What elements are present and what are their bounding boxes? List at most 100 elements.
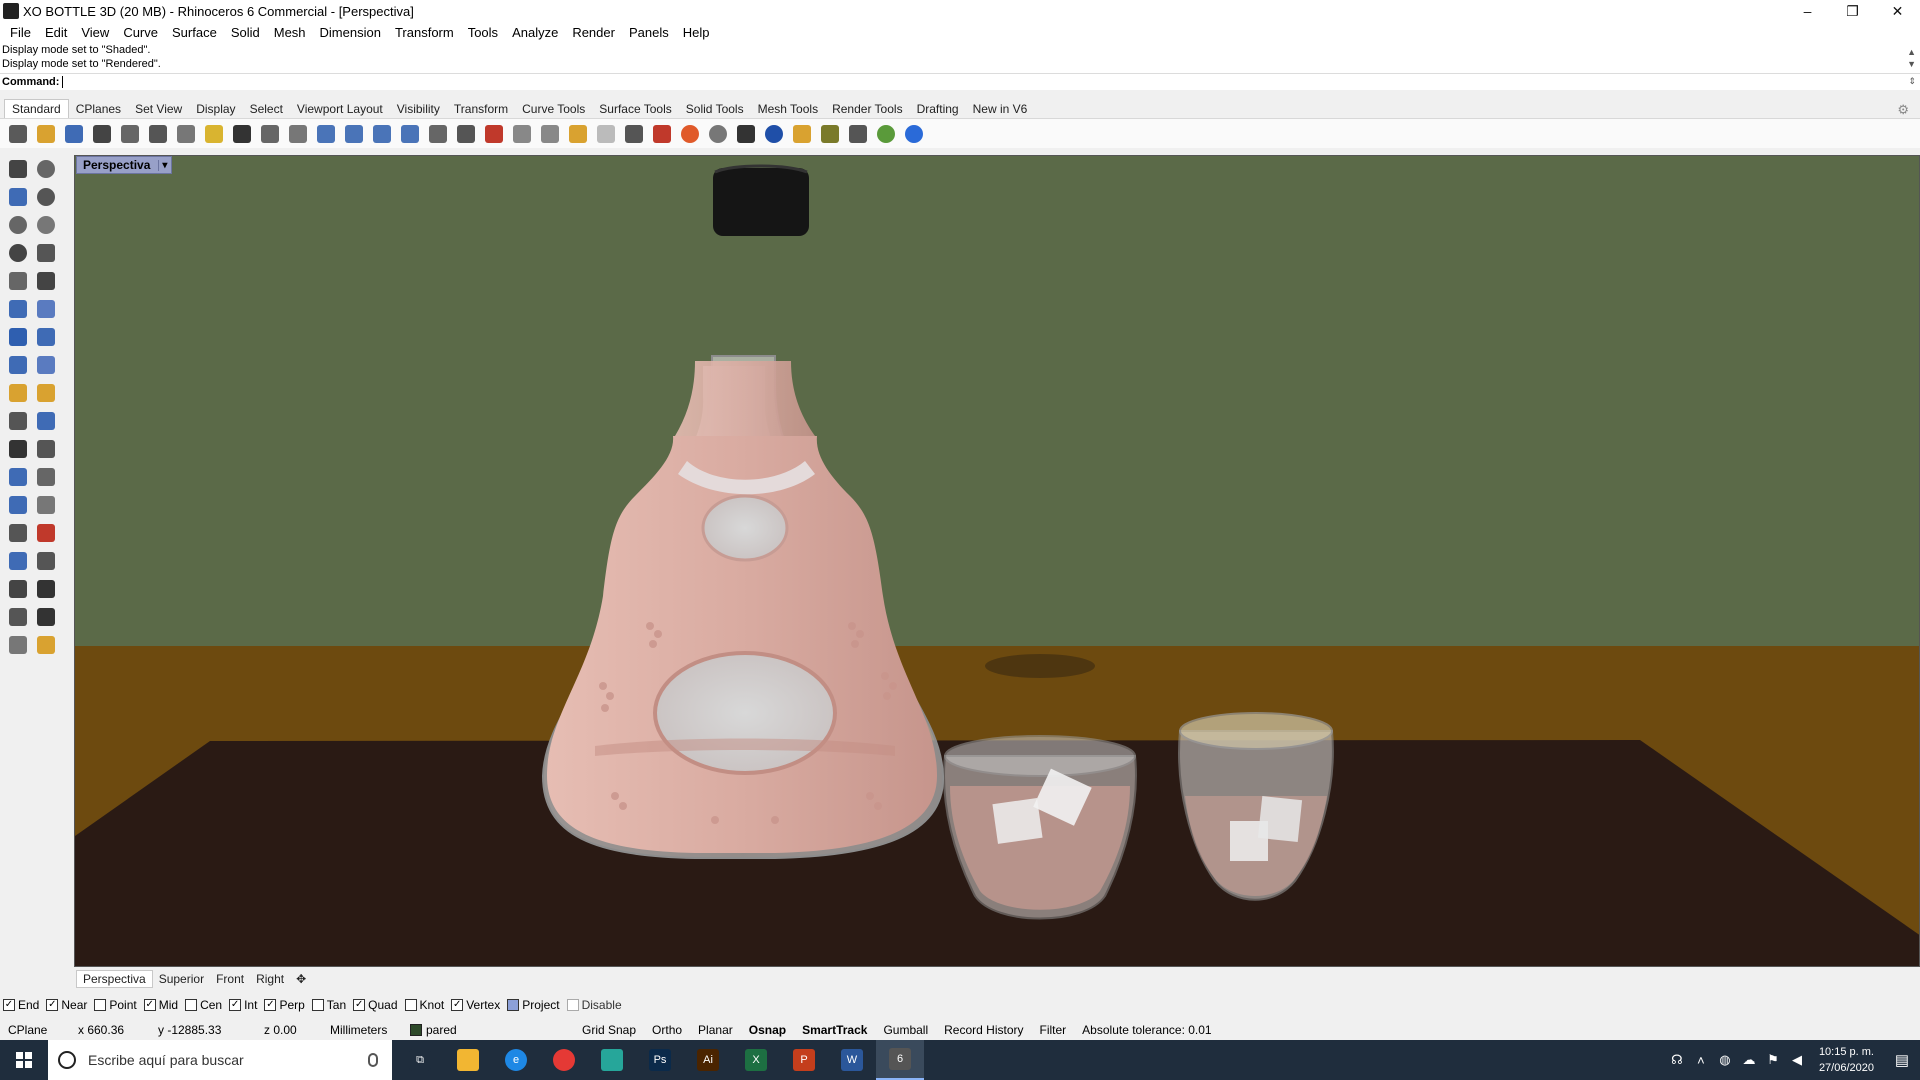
osnap-vertex-checkbox[interactable] — [451, 999, 464, 1011]
rectangle-tool[interactable] — [32, 239, 60, 267]
illustrator-taskbar-button[interactable]: Ai — [684, 1040, 732, 1080]
osnap-cen-checkbox[interactable] — [185, 999, 198, 1011]
toolbar-tab-transform[interactable]: Transform — [447, 100, 515, 118]
command-scroll-icon[interactable]: ⇕ — [1908, 76, 1916, 87]
layout-tool[interactable] — [32, 547, 60, 575]
toolbar-tab-select[interactable]: Select — [243, 100, 290, 118]
menu-curve[interactable]: Curve — [116, 25, 165, 40]
volume-icon[interactable]: ◀ — [1785, 1052, 1809, 1068]
osnap-tan[interactable]: Tan — [311, 998, 346, 1012]
car-button[interactable] — [480, 121, 508, 147]
toolbar-tab-drafting[interactable]: Drafting — [910, 100, 966, 118]
zoom-button[interactable] — [312, 121, 340, 147]
menu-dimension[interactable]: Dimension — [313, 25, 388, 40]
solid-tools-tool[interactable] — [4, 547, 32, 575]
excel-taskbar-button[interactable]: X — [732, 1040, 780, 1080]
osnap-near-checkbox[interactable] — [46, 999, 59, 1011]
select-arrow-tool[interactable] — [4, 155, 32, 183]
toolbar-tab-display[interactable]: Display — [189, 100, 242, 118]
osnap-toggle[interactable]: Osnap — [741, 1023, 794, 1037]
osnap-point-checkbox[interactable] — [94, 999, 107, 1011]
rotate-view-button[interactable] — [424, 121, 452, 147]
viewport-tab-front[interactable]: Front — [210, 971, 250, 987]
color-wheel-button[interactable] — [676, 121, 704, 147]
four-view-button[interactable] — [452, 121, 480, 147]
open-button[interactable] — [32, 121, 60, 147]
minimize-button[interactable]: – — [1785, 0, 1830, 22]
ellipse-tool[interactable] — [32, 211, 60, 239]
paste-button[interactable] — [200, 121, 228, 147]
dimension-tool[interactable] — [32, 491, 60, 519]
rhino-taskbar-button[interactable]: 6 — [876, 1040, 924, 1080]
viewport-perspectiva[interactable] — [74, 155, 1920, 967]
viewport-tab-perspectiva[interactable]: Perspectiva — [76, 970, 153, 988]
menu-mesh[interactable]: Mesh — [267, 25, 313, 40]
mesh-tool[interactable] — [32, 575, 60, 603]
polygon-tool[interactable] — [4, 267, 32, 295]
osnap-vertex[interactable]: Vertex — [451, 998, 500, 1012]
box-tool[interactable] — [4, 323, 32, 351]
new-file-button[interactable] — [4, 121, 32, 147]
menu-panels[interactable]: Panels — [622, 25, 676, 40]
smarttrack-toggle[interactable]: SmartTrack — [794, 1023, 875, 1037]
pan-button[interactable] — [256, 121, 284, 147]
mirror-tool[interactable] — [32, 519, 60, 547]
people-icon[interactable]: ☊ — [1665, 1052, 1689, 1068]
point-tool[interactable] — [32, 155, 60, 183]
osnap-knot-checkbox[interactable] — [404, 999, 417, 1011]
osnap-disable-checkbox[interactable] — [566, 999, 579, 1011]
menu-surface[interactable]: Surface — [165, 25, 224, 40]
menu-render[interactable]: Render — [565, 25, 622, 40]
clock[interactable]: 10:15 p. m. 27/06/2020 — [1809, 1044, 1884, 1076]
light-button[interactable] — [592, 121, 620, 147]
cplane-label[interactable]: CPlane — [0, 1023, 70, 1037]
notifications-icon[interactable]: ▤ — [1884, 1051, 1920, 1069]
print-button[interactable] — [88, 121, 116, 147]
toolbar-tab-solid-tools[interactable]: Solid Tools — [679, 100, 751, 118]
osnap-end-checkbox[interactable] — [3, 999, 15, 1011]
viewport-tab-superior[interactable]: Superior — [153, 971, 210, 987]
toolbar-tab-standard[interactable]: Standard — [4, 99, 69, 118]
join-tool[interactable] — [4, 435, 32, 463]
osnap-near[interactable]: Near — [46, 998, 87, 1012]
microphone-icon[interactable] — [368, 1053, 378, 1067]
gumball-toggle[interactable]: Gumball — [875, 1023, 936, 1037]
array-tool[interactable] — [4, 519, 32, 547]
trim-tool[interactable] — [4, 407, 32, 435]
restore-button[interactable]: ❐ — [1830, 0, 1875, 22]
extrude-tool[interactable] — [4, 351, 32, 379]
lock-button[interactable] — [620, 121, 648, 147]
offset-tool[interactable] — [4, 379, 32, 407]
control-point-curve-tool[interactable] — [32, 183, 60, 211]
command-line[interactable]: Command: ⇕ — [0, 73, 1920, 90]
toolbar-tab-render-tools[interactable]: Render Tools — [825, 100, 910, 118]
osnap-perp-checkbox[interactable] — [264, 999, 277, 1011]
transform-button[interactable] — [844, 121, 872, 147]
ortho-toggle[interactable]: Ortho — [644, 1023, 690, 1037]
menu-analyze[interactable]: Analyze — [505, 25, 565, 40]
help-button[interactable] — [900, 121, 928, 147]
osnap-project-checkbox[interactable] — [507, 999, 520, 1011]
cut-button[interactable] — [144, 121, 172, 147]
menu-transform[interactable]: Transform — [388, 25, 461, 40]
menu-edit[interactable]: Edit — [38, 25, 74, 40]
file-explorer-taskbar-button[interactable] — [444, 1040, 492, 1080]
polyline-tool[interactable] — [4, 183, 32, 211]
task-view-taskbar-button[interactable]: ⧉ — [396, 1040, 444, 1080]
cap-tool[interactable] — [32, 295, 60, 323]
menu-solid[interactable]: Solid — [224, 25, 267, 40]
powerpoint-taskbar-button[interactable]: P — [780, 1040, 828, 1080]
check-tool[interactable] — [32, 603, 60, 631]
menu-help[interactable]: Help — [676, 25, 717, 40]
toolbar-tab-surface-tools[interactable]: Surface Tools — [592, 100, 679, 118]
menu-tools[interactable]: Tools — [461, 25, 505, 40]
osnap-cen[interactable]: Cen — [185, 998, 222, 1012]
osnap-knot[interactable]: Knot — [404, 998, 444, 1012]
word-taskbar-button[interactable]: W — [828, 1040, 876, 1080]
points-button[interactable] — [564, 121, 592, 147]
osnap-quad-checkbox[interactable] — [353, 999, 366, 1011]
start-button[interactable] — [0, 1040, 48, 1080]
flashlight-button[interactable] — [788, 121, 816, 147]
record-history-toggle[interactable]: Record History — [936, 1023, 1031, 1037]
units-label[interactable]: Millimeters — [322, 1023, 402, 1037]
